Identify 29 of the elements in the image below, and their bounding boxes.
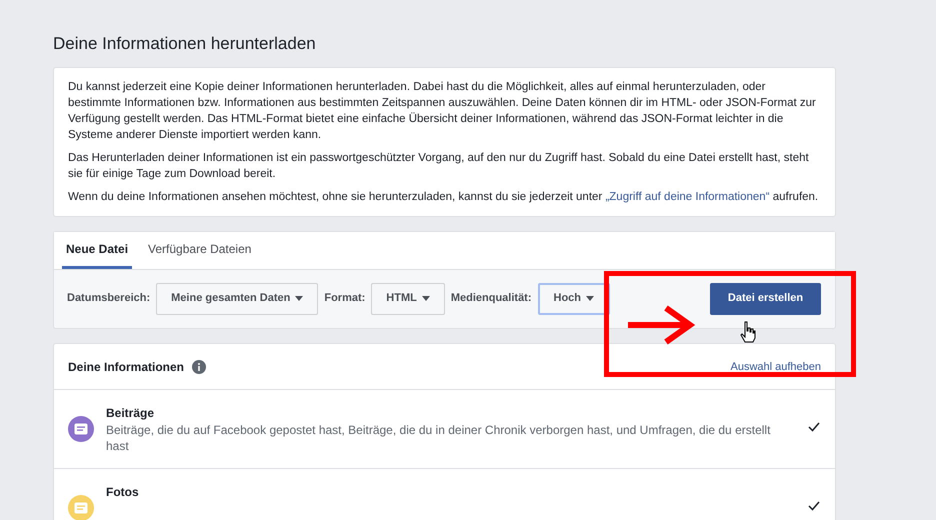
caret-icon xyxy=(295,296,304,301)
caret-icon xyxy=(586,296,594,301)
category-description: Beiträge, die du auf Facebook gepostet hast, Beiträge, die du in deiner Chronik verborgen hast, und Umfragen, die du erstellt hast xyxy=(106,422,772,454)
dropdown[interactable]: Hoch xyxy=(538,282,610,314)
dropdown[interactable]: Meine gesamten Daten xyxy=(156,282,318,314)
info-icon xyxy=(192,360,206,374)
caret-icon xyxy=(422,296,430,301)
category-title: Fotos xyxy=(106,484,140,500)
deselect-link[interactable]: Auswahl aufheben xyxy=(730,358,821,376)
check-icon xyxy=(808,422,820,432)
intro-paragraph-end: aufrufen. xyxy=(772,190,818,202)
arrow-icon xyxy=(626,305,696,345)
page-title: Deine Informationen herunterladen xyxy=(53,33,317,55)
intro-paragraph: Das Herunterladen deiner Informationen ist ein passwortgeschützter Vorgang, auf den nur du Zugriff hast. Sobald du eine Datei erstellt hast, steht sie für einige Tage zum Download bereit. xyxy=(68,150,810,182)
tab[interactable]: Neue Datei xyxy=(62,232,132,268)
dropdown[interactable]: HTML xyxy=(371,282,445,314)
check-icon xyxy=(808,500,820,510)
filter-label: Medienqualität: xyxy=(450,291,532,306)
intro-paragraph: Wenn du deine Informationen ansehen möchtest, ohne sie herunterzuladen, kannst du sie jederzeit unter xyxy=(68,190,604,202)
category-checkbox[interactable] xyxy=(807,498,821,512)
category-title: Beiträge xyxy=(106,404,156,422)
category-checkbox[interactable] xyxy=(807,420,821,434)
info-access-link[interactable]: „Zugriff auf deine Informationen“ xyxy=(605,190,770,202)
create-file-button[interactable]: Datei erstellen xyxy=(710,282,821,314)
filter-label: Datumsbereich: xyxy=(67,291,150,306)
filter-label: Format: xyxy=(324,291,366,306)
section-title: Deine Informationen xyxy=(68,359,184,376)
intro-paragraph: Du kannst jederzeit eine Kopie deiner Informationen herunterladen. Dabei hast du die Möglichkeit, alles auf einmal herunterzuladen, oder bestimmte Informationen bzw. Informationen aus bestimmten Zeitspannen auszuwählen. Deine Daten können dir im HTML- oder JSON-Format zur Verfügung gestellt werden. Das HTML-Format bietet eine einfache Übersicht deiner Informationen, während das JSON-Format leichter in die Systeme anderer Dienste importiert werden kann. xyxy=(68,80,817,142)
tab[interactable]: Verfügbare Dateien xyxy=(144,232,256,268)
